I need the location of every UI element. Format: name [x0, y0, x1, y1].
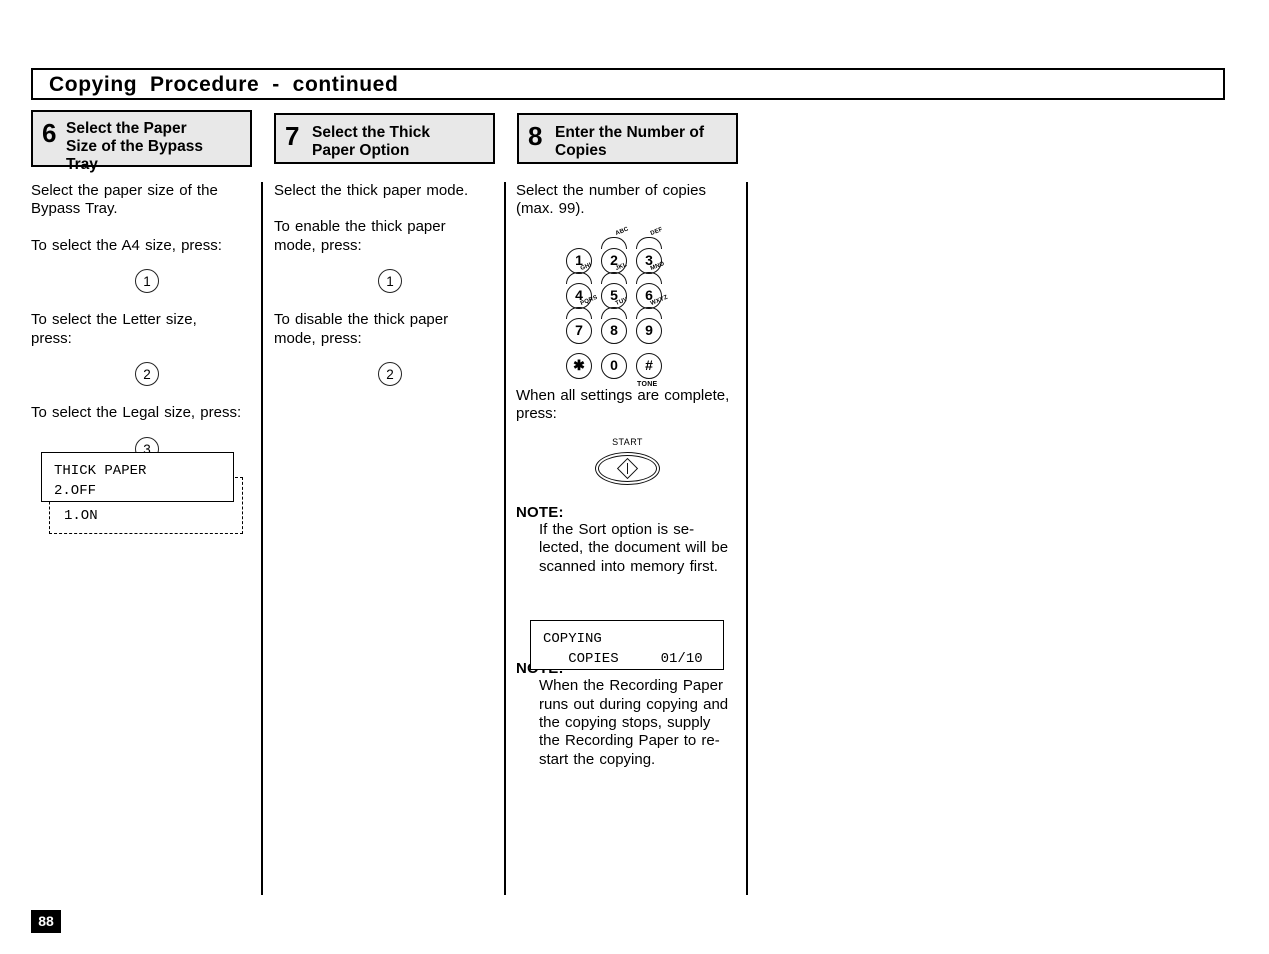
col2-enable-key-wrap: 1 [274, 269, 506, 294]
keypad-key-1[interactable]: 1 [566, 248, 592, 274]
lcd-thick-paper-display: THICK PAPER 2.OFF [41, 452, 234, 502]
lcd-copying-display: COPYING COPIES 01/10 [530, 620, 724, 670]
keypad-key-0[interactable]: 0 [601, 353, 627, 379]
step-number-8: 8 [528, 121, 543, 151]
page-number-badge: 88 [31, 910, 61, 933]
col3-intro: Select the number of copies (max. 99). [516, 182, 706, 218]
start-button[interactable]: START [595, 437, 660, 492]
step-header-7: 7 Select the Thick Paper Option [274, 113, 495, 164]
col2-intro: Select the thick paper mode. [274, 182, 469, 199]
keypad-key-hash[interactable]: # [636, 353, 662, 379]
keypad-key-8[interactable]: 8 [601, 318, 627, 344]
note-1-body: If the Sort option is se- lected, the do… [539, 520, 729, 575]
col3-complete-prompt: When all settings are complete, press: [516, 386, 730, 423]
note-2-body: When the Recording Paper runs out during… [539, 677, 729, 768]
keypad-key-3[interactable]: 3 [636, 248, 662, 274]
start-button-label: START [612, 437, 643, 447]
key-circle-1[interactable]: 1 [378, 269, 402, 294]
lcd-copying-line1: COPYING [543, 631, 602, 647]
keypad-key-6[interactable]: 6 [636, 283, 662, 309]
keypad-key-9[interactable]: 9 [636, 318, 662, 344]
numeric-keypad: 1 ABC 2 DEF 3 GHI 4 JKL 5 MNO 6 PQRS 7 TUV 8 WXYZ 9 ✱ 0 # TO… [566, 226, 681, 388]
step-header-6: 6 Select the Paper Size of the Bypass Tr… [31, 110, 252, 173]
note-1-title: NOTE: [516, 503, 564, 521]
lcd-thick-paper-dashed-line: 1.ON [64, 508, 98, 525]
page-title-bar: Copying Procedure - continued [31, 68, 1225, 100]
col1-a4-key-wrap: 1 [31, 269, 263, 294]
key-circle-1[interactable]: 1 [135, 269, 159, 294]
keypad-key-5[interactable]: 5 [601, 283, 627, 309]
col2-enable-prompt: To enable the thick paper mode, press: [274, 218, 446, 254]
step-number-7: 7 [285, 121, 300, 151]
col1-letter-key-wrap: 2 [31, 362, 263, 387]
step-title-7: Select the Thick Paper Option [312, 124, 431, 160]
step-header-8: 8 Enter the Number of Copies [517, 113, 738, 164]
key-circle-2[interactable]: 2 [378, 362, 402, 387]
step-title-8: Enter the Number of Copies [555, 124, 704, 160]
start-diamond-bar-icon [626, 463, 629, 474]
key-circle-2[interactable]: 2 [135, 362, 159, 387]
col1-letter-prompt: To select the Letter size, press: [31, 311, 197, 347]
step-title-6: Select the Paper Size of the Bypass Tray [66, 120, 203, 174]
keypad-key-2[interactable]: 2 [601, 248, 627, 274]
column-step-6: Select the paper size of the Bypass Tray… [31, 182, 263, 461]
col2-disable-prompt: To disable the thick paper mode, press: [274, 311, 449, 347]
col1-intro: Select the paper size of the Bypass Tray… [31, 182, 218, 218]
lcd-thick-line2: 2.OFF [54, 482, 97, 499]
col2-disable-key-wrap: 2 [274, 362, 506, 387]
keypad-key-star[interactable]: ✱ [566, 353, 592, 379]
manual-page: Copying Procedure - continued 6 Select t… [0, 0, 1269, 954]
col1-a4-prompt: To select the A4 size, press: [31, 236, 222, 254]
page-title: Copying Procedure - continued [49, 73, 399, 96]
keypad-key-7[interactable]: 7 [566, 318, 592, 344]
step-number-6: 6 [42, 118, 57, 148]
keypad-key-4[interactable]: 4 [566, 283, 592, 309]
lcd-thick-line1: THICK PAPER [54, 463, 147, 479]
col1-legal-prompt: To select the Legal size, press: [31, 404, 242, 422]
column-step-7: Select the thick paper mode. To enable t… [274, 182, 506, 387]
keypad-tone-label: TONE [637, 381, 658, 388]
lcd-copying-line2: COPIES 01/10 [543, 650, 703, 667]
